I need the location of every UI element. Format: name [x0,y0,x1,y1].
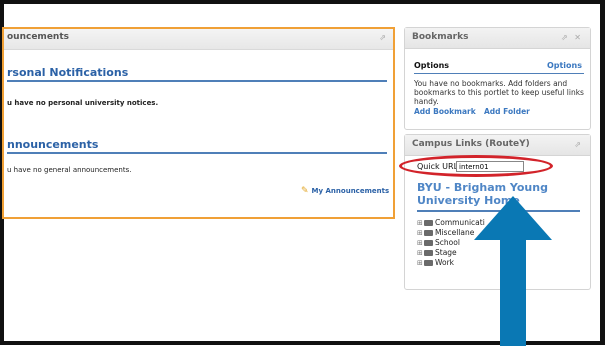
options-divider [414,73,584,74]
bookmarks-portlet: Bookmarks ⇗ ✕ Options Options You have n… [404,27,591,130]
expand-icon[interactable]: ⊞ [417,258,424,268]
pin-icon[interactable]: ⇗ [379,33,386,42]
highlight-oval [399,155,553,177]
folder-icon [424,240,433,246]
folder-icon [424,230,433,236]
general-announcements-heading: nnouncements [7,138,99,151]
announcements-header: ouncements ⇗ [4,29,393,50]
expand-icon[interactable]: ⊞ [417,248,424,258]
my-announcements-link[interactable]: ✎ My Announcements [301,186,389,196]
options-label: Options [414,61,450,70]
expand-icon[interactable]: ⊞ [417,238,424,248]
screenshot-frame-top [0,0,605,4]
pencil-icon: ✎ [301,186,309,196]
expand-icon[interactable]: ⊞ [417,228,424,238]
my-announcements-label: My Announcements [311,187,390,195]
folder-icon [424,260,433,266]
add-bookmark-link[interactable]: Add Bookmark [414,107,476,116]
announcements-portlet: ouncements ⇗ rsonal Notifications u have… [2,27,395,219]
annotation-arrow-icon [474,196,552,346]
section-divider [7,152,387,154]
personal-notices-text: u have no personal university notices. [7,99,159,107]
bookmarks-header: Bookmarks ⇗ ✕ [405,28,590,49]
options-link[interactable]: Options [547,61,582,70]
expand-icon[interactable]: ⊞ [417,218,424,228]
personal-notifications-heading: rsonal Notifications [7,66,129,79]
announcements-title: ouncements [7,32,69,42]
pin-icon[interactable]: ⇗ [574,140,583,149]
folder-icon [424,250,433,256]
campus-links-title: Campus Links (RouteY) [412,139,530,149]
campus-links-header: Campus Links (RouteY) ⇗ [405,135,590,156]
general-announcements-text: u have no general announcements. [7,166,132,174]
bookmarks-message: You have no bookmarks. Add folders and b… [414,79,584,106]
bookmarks-title: Bookmarks [412,32,469,42]
portlet-controls-icon[interactable]: ⇗ ✕ [561,33,583,42]
add-folder-link[interactable]: Add Folder [484,107,530,116]
screenshot-frame-right [600,0,605,345]
folder-icon [424,220,433,226]
section-divider [7,80,387,82]
